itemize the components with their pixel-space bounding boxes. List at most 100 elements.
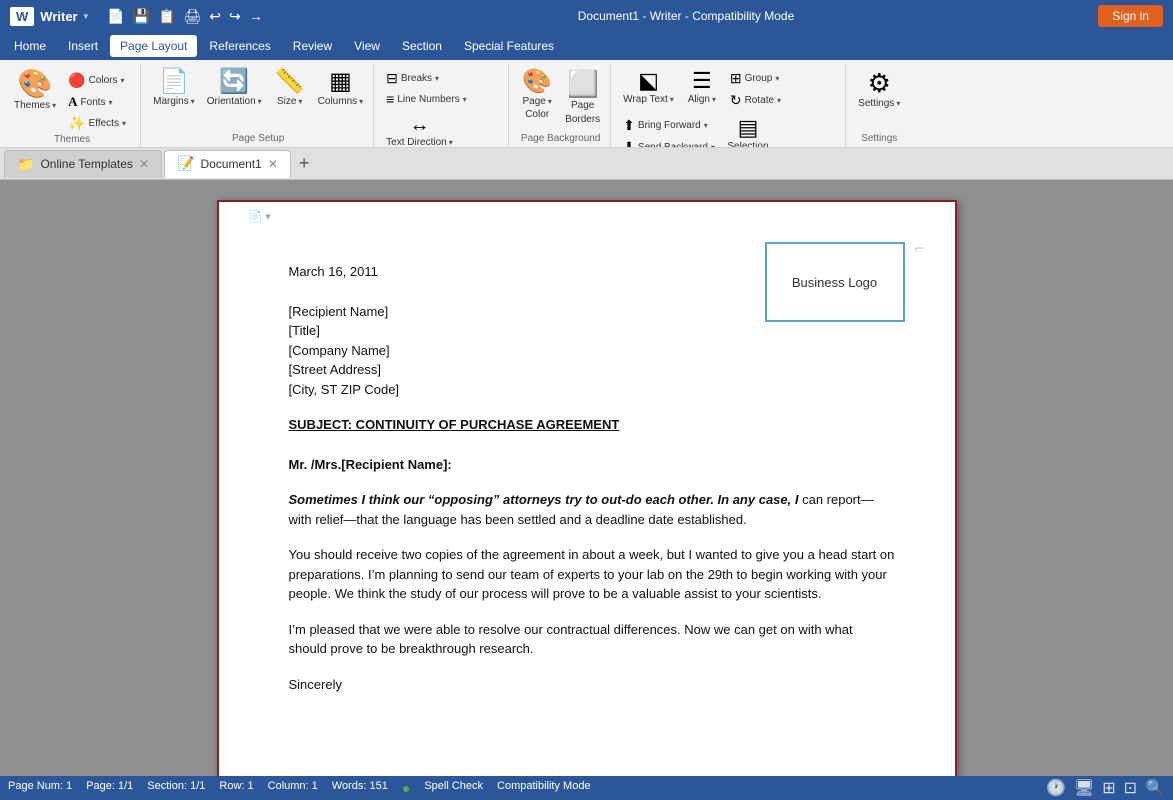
tab-online-templates-label: Online Templates: [40, 157, 133, 171]
app-dropdown-arrow[interactable]: ▾: [84, 11, 89, 22]
themes-button[interactable]: 🎨 Themes ▾: [10, 68, 60, 113]
menu-insert[interactable]: Insert: [58, 35, 108, 57]
colors-button[interactable]: 🔴 Colors ▾: [64, 70, 134, 91]
themes-label: Themes ▾: [14, 100, 56, 111]
undo-button[interactable]: ↩: [206, 6, 224, 27]
menu-special-features[interactable]: Special Features: [454, 35, 564, 57]
breaks-button[interactable]: ⊟ Breaks ▾: [382, 68, 502, 89]
tab-document1-close[interactable]: ✕: [268, 157, 278, 171]
status-mode: Compatibility Mode: [497, 780, 591, 796]
line-numbers-label: Line Numbers: [397, 94, 459, 105]
size-arrow: ▾: [298, 97, 302, 106]
status-history-button[interactable]: 🕐: [1046, 778, 1066, 798]
menu-home[interactable]: Home: [4, 35, 56, 57]
new-button[interactable]: 📄: [104, 6, 127, 27]
ribbon-group-page-background: 🎨 Page ▾ Color ⬜ Page Borders Page Backg…: [511, 64, 611, 147]
pdf-button[interactable]: 📋: [155, 6, 178, 27]
forward-button[interactable]: →: [246, 6, 266, 26]
send-backward-button[interactable]: ⬇ Send Backward ▾: [619, 137, 719, 148]
recipient-city: [City, ST ZIP Code]: [289, 380, 895, 400]
colors-icon: 🔴: [68, 72, 85, 89]
breaks-arrow: ▾: [435, 74, 439, 83]
menu-page-layout[interactable]: Page Layout: [110, 35, 197, 57]
page-background-group-label: Page Background: [521, 133, 601, 147]
menu-view[interactable]: View: [344, 35, 390, 57]
page-borders-sublabel: Borders: [565, 114, 600, 126]
rotate-label: Rotate: [745, 95, 774, 106]
selection-pane-button[interactable]: ▤ SelectionPane: [723, 115, 773, 148]
app-logo: W: [10, 7, 34, 26]
rotate-button[interactable]: ↻ Rotate ▾: [726, 90, 796, 111]
settings-arrow: ▾: [896, 99, 900, 108]
tab-add-button[interactable]: +: [293, 153, 316, 174]
page-color-icon: 🎨: [522, 70, 552, 94]
menu-bar: Home Insert Page Layout References Revie…: [0, 32, 1173, 60]
tab-document1-label: Document1: [200, 157, 261, 171]
page-color-arrow: ▾: [548, 97, 552, 106]
paragraph-1-bold: Sometimes I think our “opposing” attorne…: [289, 492, 799, 507]
settings-button[interactable]: ⚙ Settings ▾: [854, 68, 904, 111]
signin-button[interactable]: Sign in: [1098, 5, 1163, 27]
bring-forward-button[interactable]: ⬆ Bring Forward ▾: [619, 115, 719, 136]
line-numbers-button[interactable]: ≡ Line Numbers ▾: [382, 89, 502, 109]
recipient-street: [Street Address]: [289, 360, 895, 380]
salutation: Mr. /Mrs.[Recipient Name]:: [289, 455, 895, 475]
themes-group-label: Themes: [54, 134, 90, 148]
redo-button[interactable]: ↪: [226, 6, 244, 27]
business-logo-text: Business Logo: [792, 275, 877, 290]
group-button[interactable]: ⊞ Group ▾: [726, 68, 796, 89]
settings-label: Settings ▾: [858, 98, 900, 109]
wrap-text-button[interactable]: ⬕ Wrap Text ▾: [619, 68, 678, 107]
status-zoom-button[interactable]: 🔍: [1145, 778, 1165, 798]
ribbon-group-arrange: ⬕ Wrap Text ▾ ☰ Align ▾ ⊞ Group ▾: [613, 64, 846, 147]
effects-button[interactable]: ✨ Effects ▾: [64, 113, 134, 134]
page-color-label: Page ▾: [522, 96, 551, 107]
columns-icon: ▦: [329, 70, 352, 94]
text-flow-group-content: ⊟ Breaks ▾ ≡ Line Numbers ▾ ↔ Text Direc…: [382, 64, 502, 148]
columns-button[interactable]: ▦ Columns ▾: [314, 68, 367, 109]
rotate-arrow: ▾: [777, 96, 781, 105]
menu-references[interactable]: References: [199, 35, 280, 57]
size-label: Size ▾: [277, 96, 302, 107]
document-page[interactable]: 📄 ▾ Business Logo ⌐ March 16, 2011 [Reci…: [217, 200, 957, 776]
arrange-group-content: ⬕ Wrap Text ▾ ☰ Align ▾ ⊞ Group ▾: [619, 64, 839, 148]
page-bg-group-content: 🎨 Page ▾ Color ⬜ Page Borders: [517, 64, 604, 133]
menu-review[interactable]: Review: [283, 35, 342, 57]
group-rotate-col: ⊞ Group ▾ ↻ Rotate ▾: [726, 68, 796, 111]
recipient-company: [Company Name]: [289, 341, 895, 361]
align-icon: ☰: [692, 70, 712, 92]
quick-access-toolbar: 📄 💾 📋 🖨 ↩ ↪ →: [104, 6, 266, 27]
tab-online-templates[interactable]: 📁 Online Templates ✕: [4, 150, 162, 178]
columns-label: Columns ▾: [318, 96, 363, 107]
rotate-icon: ↻: [730, 92, 742, 109]
page-color-button[interactable]: 🎨 Page ▾ Color: [517, 68, 557, 123]
status-section: Section: 1/1: [147, 780, 205, 796]
doc-icon: 📝: [177, 155, 194, 172]
text-direction-icon: ↔: [409, 115, 429, 135]
align-button[interactable]: ☰ Align ▾: [682, 68, 722, 107]
save-button[interactable]: 💾: [130, 6, 153, 27]
tab-document1[interactable]: 📝 Document1 ✕: [164, 150, 291, 178]
breaks-label: Breaks: [401, 73, 432, 84]
text-direction-button[interactable]: ↔ Text Direction ▾: [382, 113, 457, 148]
status-monitor-button[interactable]: 🖥: [1074, 778, 1094, 798]
status-fit-button[interactable]: ⊡: [1124, 778, 1137, 798]
paragraph-2: You should receive two copies of the agr…: [289, 545, 895, 604]
colors-arrow: ▾: [120, 76, 124, 85]
menu-section[interactable]: Section: [392, 35, 452, 57]
fonts-button[interactable]: A Fonts ▾: [64, 92, 134, 112]
size-button[interactable]: 📏 Size ▾: [270, 68, 310, 109]
status-bar-left: Page Num: 1 Page: 1/1 Section: 1/1 Row: …: [8, 780, 591, 796]
status-bar-right: 🕐 🖥 ⊞ ⊡ 🔍: [1046, 778, 1165, 798]
tab-online-templates-close[interactable]: ✕: [139, 157, 149, 171]
margins-button[interactable]: 📄 Margins ▾: [149, 68, 199, 109]
page-borders-button[interactable]: ⬜ Page Borders: [561, 68, 604, 128]
status-grid-button[interactable]: ⊞: [1102, 778, 1115, 798]
title-bar: W Writer ▾ 📄 💾 📋 🖨 ↩ ↪ → Document1 - Wri…: [0, 0, 1173, 32]
margins-label: Margins ▾: [153, 96, 195, 107]
print-button[interactable]: 🖨: [180, 6, 204, 27]
selection-pane-label: SelectionPane: [727, 141, 768, 148]
wrap-text-icon: ⬕: [638, 70, 659, 92]
orientation-button[interactable]: 🔄 Orientation ▾: [203, 68, 266, 109]
fonts-label: Fonts: [81, 97, 106, 108]
